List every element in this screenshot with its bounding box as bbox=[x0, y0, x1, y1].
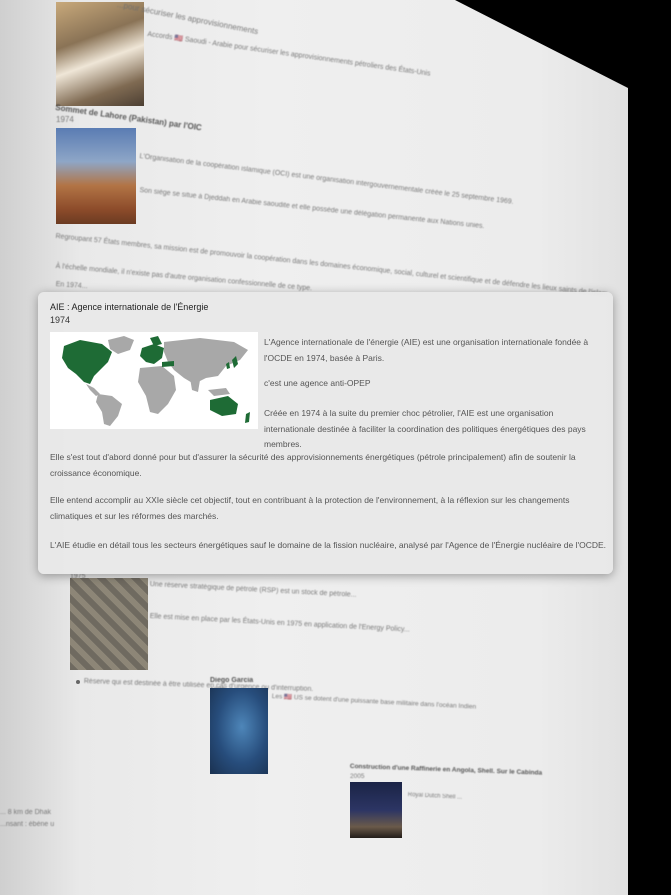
bg-side-text: ...nsant : ébène u bbox=[0, 821, 55, 828]
card-paragraph: Créée en 1974 à la suite du premier choc… bbox=[264, 408, 586, 449]
map-scandinavia bbox=[150, 336, 162, 346]
bg-text: Royal Dutch Shell ... bbox=[407, 791, 463, 801]
bg-item-title: Diego Garcia bbox=[210, 677, 254, 684]
world-map-svg bbox=[62, 336, 250, 426]
card-year: 1974 bbox=[50, 315, 71, 325]
card-paragraph: Elle entend accomplir au XXIe siècle cet… bbox=[50, 495, 570, 521]
map-africa bbox=[138, 366, 176, 414]
bg-text: Les 🇺🇸 US se dotent d'une puissante base… bbox=[271, 692, 477, 711]
bg-text: Accords 🇺🇸 Saoudi - Arabie pour sécurise… bbox=[146, 30, 431, 78]
map-europe bbox=[140, 344, 164, 364]
map-turkey bbox=[162, 361, 174, 367]
timeline-event-card-aie[interactable]: AIE : Agence internationale de l'Énergie… bbox=[38, 292, 613, 574]
bg-text: En 1974... bbox=[55, 280, 88, 291]
map-new-zealand bbox=[245, 412, 250, 423]
map-central-america bbox=[86, 384, 100, 396]
photo-diego-garcia bbox=[210, 688, 268, 774]
map-australia bbox=[210, 396, 238, 416]
bg-text: Regroupant 57 États membres, sa mission … bbox=[55, 232, 610, 299]
card-paragraph: c'est une agence anti-OPEP bbox=[264, 378, 371, 388]
world-map-member-countries bbox=[50, 332, 258, 429]
card-title: AIE : Agence internationale de l'Énergie bbox=[50, 302, 209, 312]
bg-text: Une réserve stratégique de pétrole (RSP)… bbox=[149, 580, 357, 599]
photo-refinery bbox=[70, 578, 148, 670]
card-paragraph: L'Agence internationale de l'énergie (AI… bbox=[264, 337, 589, 363]
map-north-america bbox=[62, 340, 112, 384]
bg-text: Elle est mise en place par les États-Uni… bbox=[149, 612, 410, 634]
map-greenland bbox=[108, 336, 134, 354]
photo-saudi-official bbox=[56, 2, 144, 106]
bg-item-title: Construction d'une Raffinerie en Angola,… bbox=[349, 762, 543, 777]
map-south-america bbox=[96, 394, 122, 426]
card-paragraph: L'AIE étudie en détail tous les secteurs… bbox=[50, 540, 607, 550]
bg-item-year: 1974 bbox=[56, 115, 74, 124]
photo-city-night bbox=[350, 782, 402, 838]
map-southeast-asia bbox=[208, 388, 230, 396]
bullet bbox=[76, 680, 80, 684]
card-paragraph: Elle s'est tout d'abord donné pour but d… bbox=[50, 452, 576, 478]
bg-side-text: ... 8 km de Dhak bbox=[0, 809, 51, 816]
map-india bbox=[190, 378, 200, 392]
bg-item-year: 2005 bbox=[350, 773, 365, 780]
bg-text: À l'échelle mondiale, il n'existe pas d'… bbox=[55, 262, 313, 293]
photo-lahore-mosque bbox=[56, 128, 136, 224]
